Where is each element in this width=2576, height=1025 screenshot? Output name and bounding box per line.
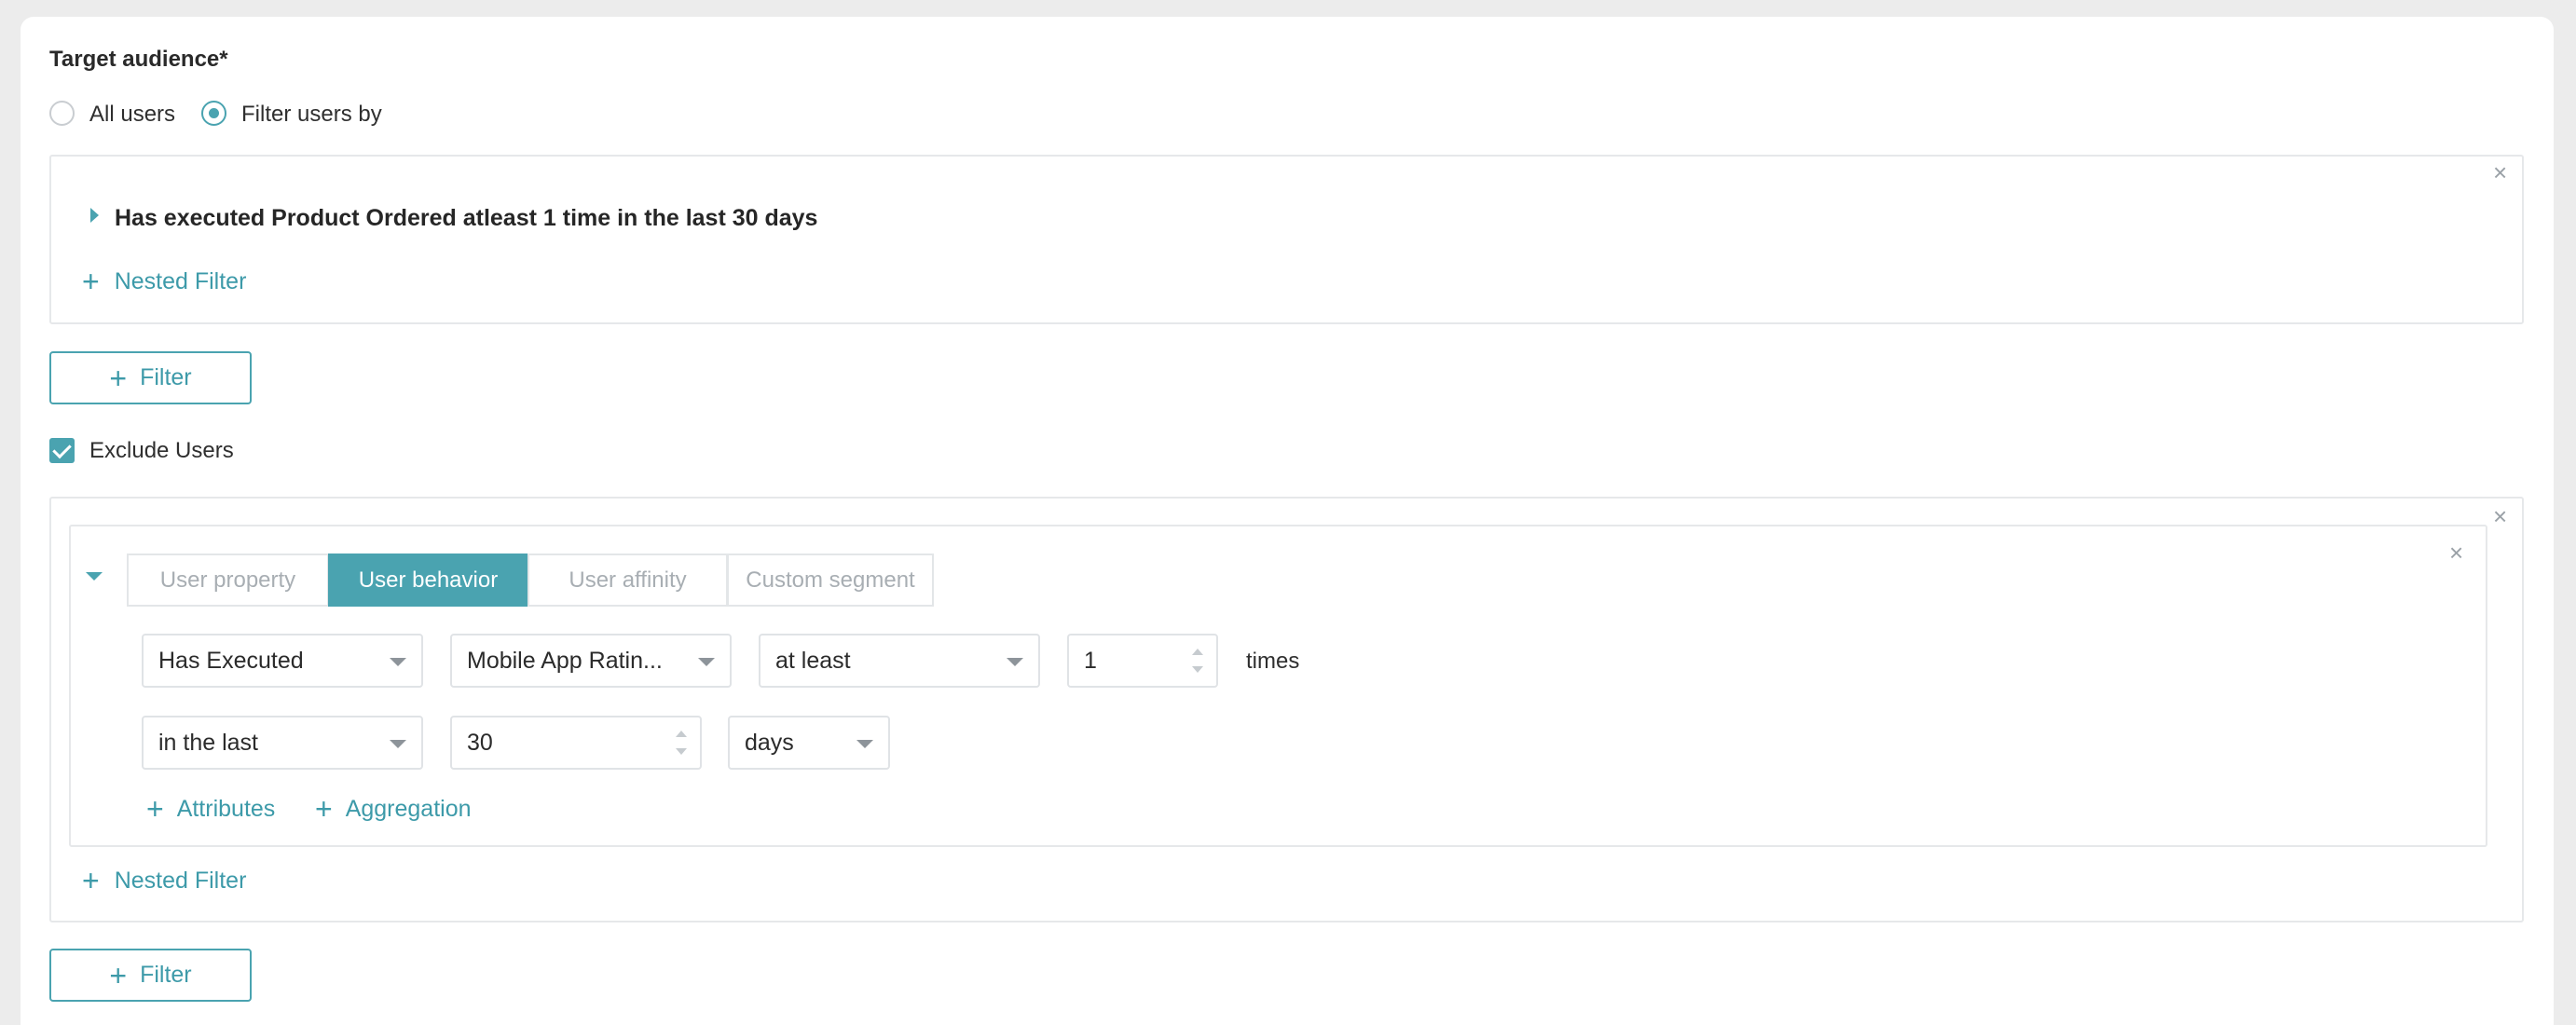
decrement-icon[interactable] xyxy=(676,748,687,755)
period-value: days xyxy=(745,730,794,757)
plus-icon: + xyxy=(82,266,100,296)
add-filter-label: Filter xyxy=(140,962,192,989)
nested-filter-button[interactable]: + Nested Filter xyxy=(82,266,246,296)
comparator-select[interactable]: at least xyxy=(759,634,1040,688)
time-mode-select[interactable]: in the last xyxy=(142,716,423,770)
action-select-value: Has Executed xyxy=(158,648,304,675)
event-select-value: Mobile App Ratin... xyxy=(467,648,663,675)
plus-icon: + xyxy=(315,794,333,824)
nested-filter-label: Nested Filter xyxy=(115,868,247,895)
all-users-radio[interactable] xyxy=(49,101,75,126)
chevron-down-icon xyxy=(856,740,873,748)
count-stepper[interactable]: 1 xyxy=(1067,634,1218,688)
tab-custom-segment[interactable]: Custom segment xyxy=(727,554,934,607)
chevron-down-icon xyxy=(390,740,406,748)
filter-group-1 xyxy=(49,155,2524,324)
comparator-select-value: at least xyxy=(775,648,851,675)
all-users-label[interactable]: All users xyxy=(89,102,175,128)
plus-icon: + xyxy=(82,866,100,895)
chevron-down-icon xyxy=(1007,658,1023,666)
increment-icon[interactable] xyxy=(676,731,687,737)
times-label: times xyxy=(1246,649,1299,675)
plus-icon: + xyxy=(109,363,127,393)
days-amount-stepper[interactable]: 30 xyxy=(450,716,702,770)
increment-icon[interactable] xyxy=(1192,649,1203,655)
aggregation-label: Aggregation xyxy=(346,796,472,823)
chevron-down-icon xyxy=(390,658,406,666)
exclude-users-checkbox[interactable] xyxy=(49,438,75,463)
tab-user-behavior[interactable]: User behavior xyxy=(328,554,528,607)
section-title: Target audience* xyxy=(49,47,228,73)
add-filter-button[interactable]: + Filter xyxy=(49,949,252,1002)
decrement-icon[interactable] xyxy=(1192,666,1203,673)
action-select[interactable]: Has Executed xyxy=(142,634,423,688)
tab-user-property[interactable]: User property xyxy=(127,554,329,607)
plus-icon: + xyxy=(146,794,164,824)
tab-user-affinity[interactable]: User affinity xyxy=(528,554,728,607)
time-mode-value: in the last xyxy=(158,730,258,757)
close-icon[interactable]: × xyxy=(2449,540,2463,565)
chevron-down-icon xyxy=(698,658,715,666)
count-value: 1 xyxy=(1084,648,1097,675)
plus-icon: + xyxy=(109,961,127,991)
collapse-caret-icon[interactable] xyxy=(86,572,103,581)
add-filter-button[interactable]: + Filter xyxy=(49,351,252,404)
close-icon[interactable]: × xyxy=(2493,504,2507,528)
exclude-users-label[interactable]: Exclude Users xyxy=(89,438,234,464)
event-select[interactable]: Mobile App Ratin... xyxy=(450,634,732,688)
add-filter-label: Filter xyxy=(140,364,192,391)
attributes-label: Attributes xyxy=(177,796,276,823)
nested-filter-button[interactable]: + Nested Filter xyxy=(82,866,246,895)
days-amount-value: 30 xyxy=(467,730,493,757)
add-attributes-button[interactable]: + Attributes xyxy=(146,794,275,824)
close-icon[interactable]: × xyxy=(2493,160,2507,184)
filter-users-radio[interactable] xyxy=(201,101,226,126)
nested-filter-label: Nested Filter xyxy=(115,268,247,295)
filter-summary[interactable]: Has executed Product Ordered atleast 1 t… xyxy=(115,205,817,232)
add-aggregation-button[interactable]: + Aggregation xyxy=(315,794,472,824)
period-select[interactable]: days xyxy=(728,716,890,770)
filter-users-label[interactable]: Filter users by xyxy=(241,102,382,128)
expand-caret-icon[interactable] xyxy=(90,208,99,223)
